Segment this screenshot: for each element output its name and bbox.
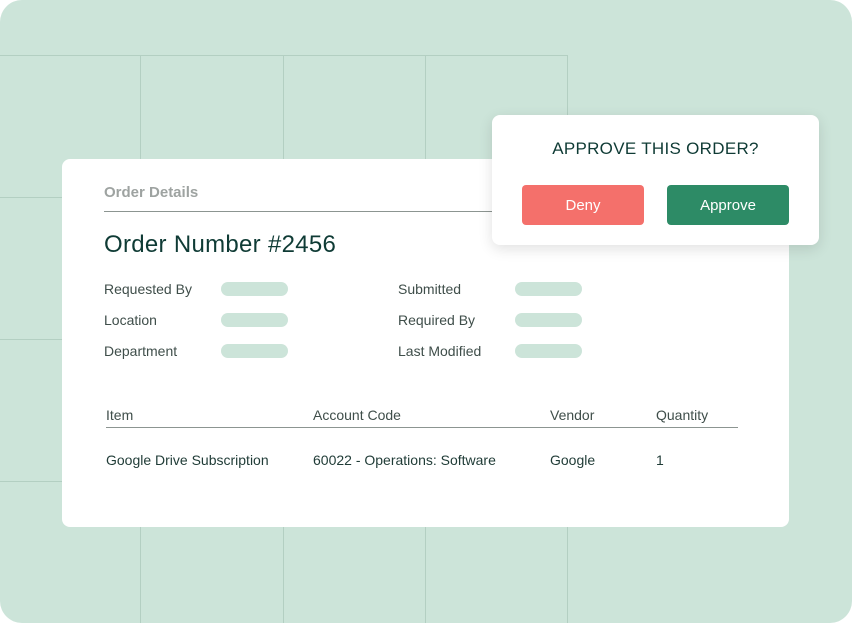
column-header-item: Item [106, 407, 134, 423]
table-cell-quantity: 1 [656, 452, 664, 468]
table-cell-account-code: 60022 - Operations: Software [313, 452, 496, 468]
header-divider [104, 211, 544, 212]
field-label-last-modified: Last Modified [398, 343, 482, 359]
column-header-account-code: Account Code [313, 407, 401, 423]
field-label-required-by: Required By [398, 312, 476, 328]
field-label-submitted: Submitted [398, 281, 462, 297]
field-label-requested-by: Requested By [104, 281, 192, 297]
field-label-location: Location [104, 312, 157, 328]
column-header-vendor: Vendor [550, 407, 595, 423]
value-placeholder [515, 313, 582, 327]
value-placeholder [515, 282, 582, 296]
card-header: Order Details [104, 184, 199, 201]
table-cell-vendor: Google [550, 452, 596, 468]
value-placeholder [221, 282, 288, 296]
dialog-title: APPROVE THIS ORDER? [552, 139, 759, 158]
value-placeholder [515, 344, 582, 358]
table-cell-item: Google Drive Subscription [106, 452, 269, 468]
field-label-department: Department [104, 343, 178, 359]
approve-button-label: Approve [700, 196, 756, 214]
order-title: Order Number #2456 [104, 231, 337, 258]
deny-button[interactable]: Deny [522, 185, 644, 225]
approve-button[interactable]: Approve [667, 185, 789, 225]
value-placeholder [221, 344, 288, 358]
column-header-quantity: Quantity [656, 407, 709, 423]
deny-button-label: Deny [565, 196, 601, 214]
approval-dialog: APPROVE THIS ORDER? Deny Approve [492, 115, 819, 245]
grid-line [0, 55, 568, 56]
table-divider [106, 427, 738, 428]
value-placeholder [221, 313, 288, 327]
